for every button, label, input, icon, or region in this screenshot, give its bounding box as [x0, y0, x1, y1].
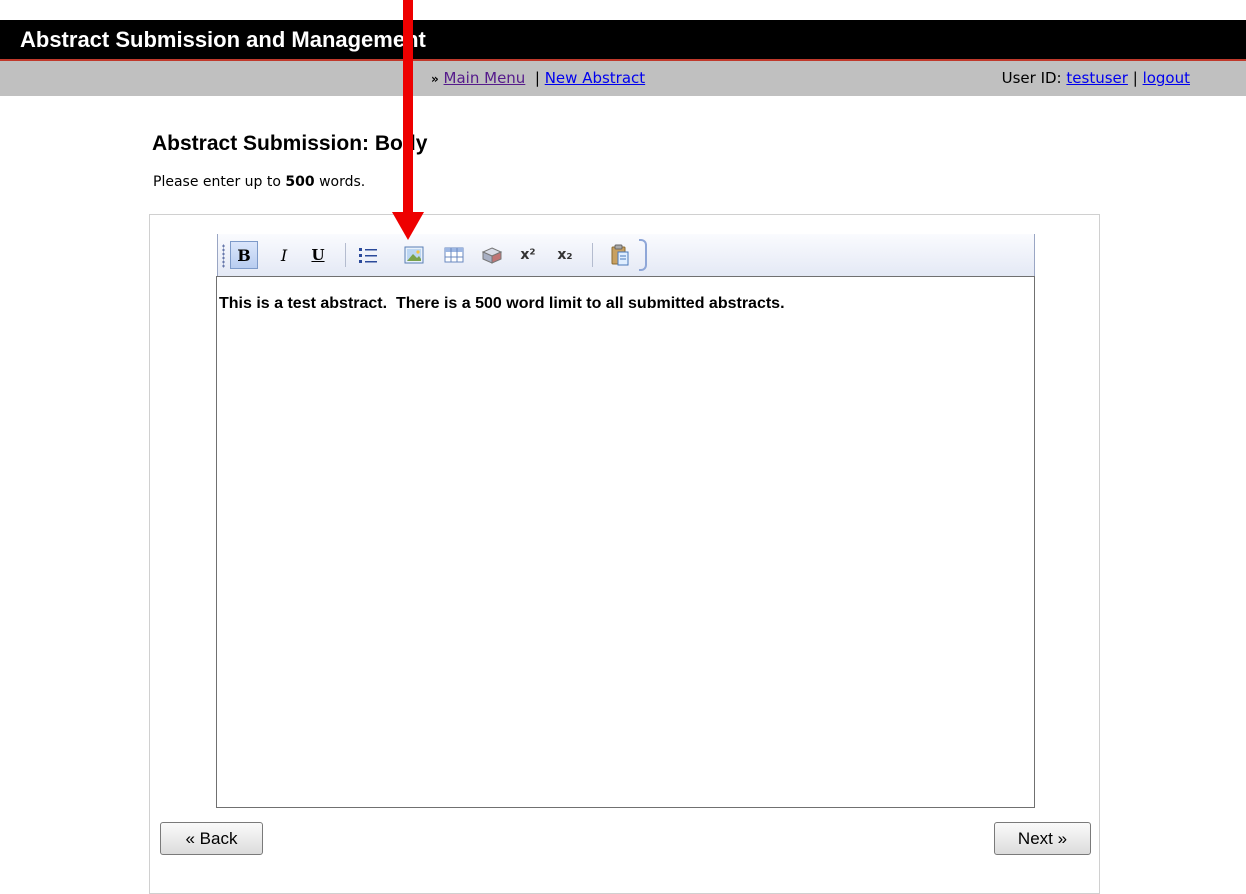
new-abstract-link[interactable]: New Abstract — [545, 69, 645, 87]
app-title: Abstract Submission and Management — [20, 27, 426, 52]
editor-toolbar: B I U x² x₂ — [217, 234, 1035, 276]
table-icon — [444, 247, 464, 263]
special-character-button[interactable] — [478, 241, 506, 269]
instructions-suffix: words. — [314, 174, 366, 190]
superscript-button[interactable]: x² — [514, 241, 542, 269]
bold-icon: B — [237, 245, 251, 265]
username-link[interactable]: testuser — [1066, 69, 1128, 87]
paste-button[interactable] — [606, 241, 634, 269]
list-icon — [359, 248, 377, 263]
bold-button[interactable]: B — [230, 241, 258, 269]
bulleted-list-button[interactable] — [354, 241, 382, 269]
subscript-icon: x₂ — [557, 247, 573, 263]
nav-divider: | — [1132, 69, 1138, 87]
annotation-arrow-head — [392, 212, 424, 240]
annotation-arrow — [403, 0, 413, 214]
nav-bar: » Main Menu | New Abstract User ID: test… — [0, 61, 1246, 96]
next-button[interactable]: Next » — [994, 822, 1091, 855]
editor-content[interactable]: This is a test abstract. There is a 500 … — [219, 295, 785, 313]
underline-button[interactable]: U — [304, 241, 332, 269]
word-limit-instructions: Please enter up to 500 words. — [153, 174, 365, 190]
nav-arrow-icon: » — [431, 72, 439, 86]
subscript-button[interactable]: x₂ — [551, 241, 579, 269]
toolbar-separator — [592, 243, 593, 267]
app-title-bar: Abstract Submission and Management — [0, 20, 1246, 61]
underline-icon: U — [311, 246, 325, 264]
main-menu-link[interactable]: Main Menu — [444, 69, 526, 87]
user-id-label: User ID: — [1001, 69, 1062, 87]
page-title: Abstract Submission: Body — [152, 132, 428, 155]
italic-icon: I — [280, 245, 288, 265]
logout-link[interactable]: logout — [1143, 69, 1190, 87]
insert-table-button[interactable] — [440, 241, 468, 269]
superscript-icon: x² — [520, 247, 536, 263]
back-button[interactable]: « Back — [160, 822, 263, 855]
italic-button[interactable]: I — [270, 241, 298, 269]
toolbar-end-cap — [639, 239, 647, 271]
nav-divider: | — [534, 69, 540, 87]
special-char-icon — [481, 247, 503, 264]
paste-icon — [611, 244, 629, 266]
insert-image-button[interactable] — [400, 241, 428, 269]
word-limit-value: 500 — [285, 174, 315, 190]
nav-links: » Main Menu | New Abstract — [431, 69, 645, 87]
abstract-body-editor[interactable]: This is a test abstract. There is a 500 … — [216, 276, 1035, 808]
user-info: User ID: testuser | logout — [1002, 69, 1190, 87]
image-icon — [404, 246, 424, 264]
toolbar-grip-icon[interactable] — [222, 244, 225, 268]
toolbar-separator — [345, 243, 346, 267]
instructions-prefix: Please enter up to — [153, 174, 286, 190]
